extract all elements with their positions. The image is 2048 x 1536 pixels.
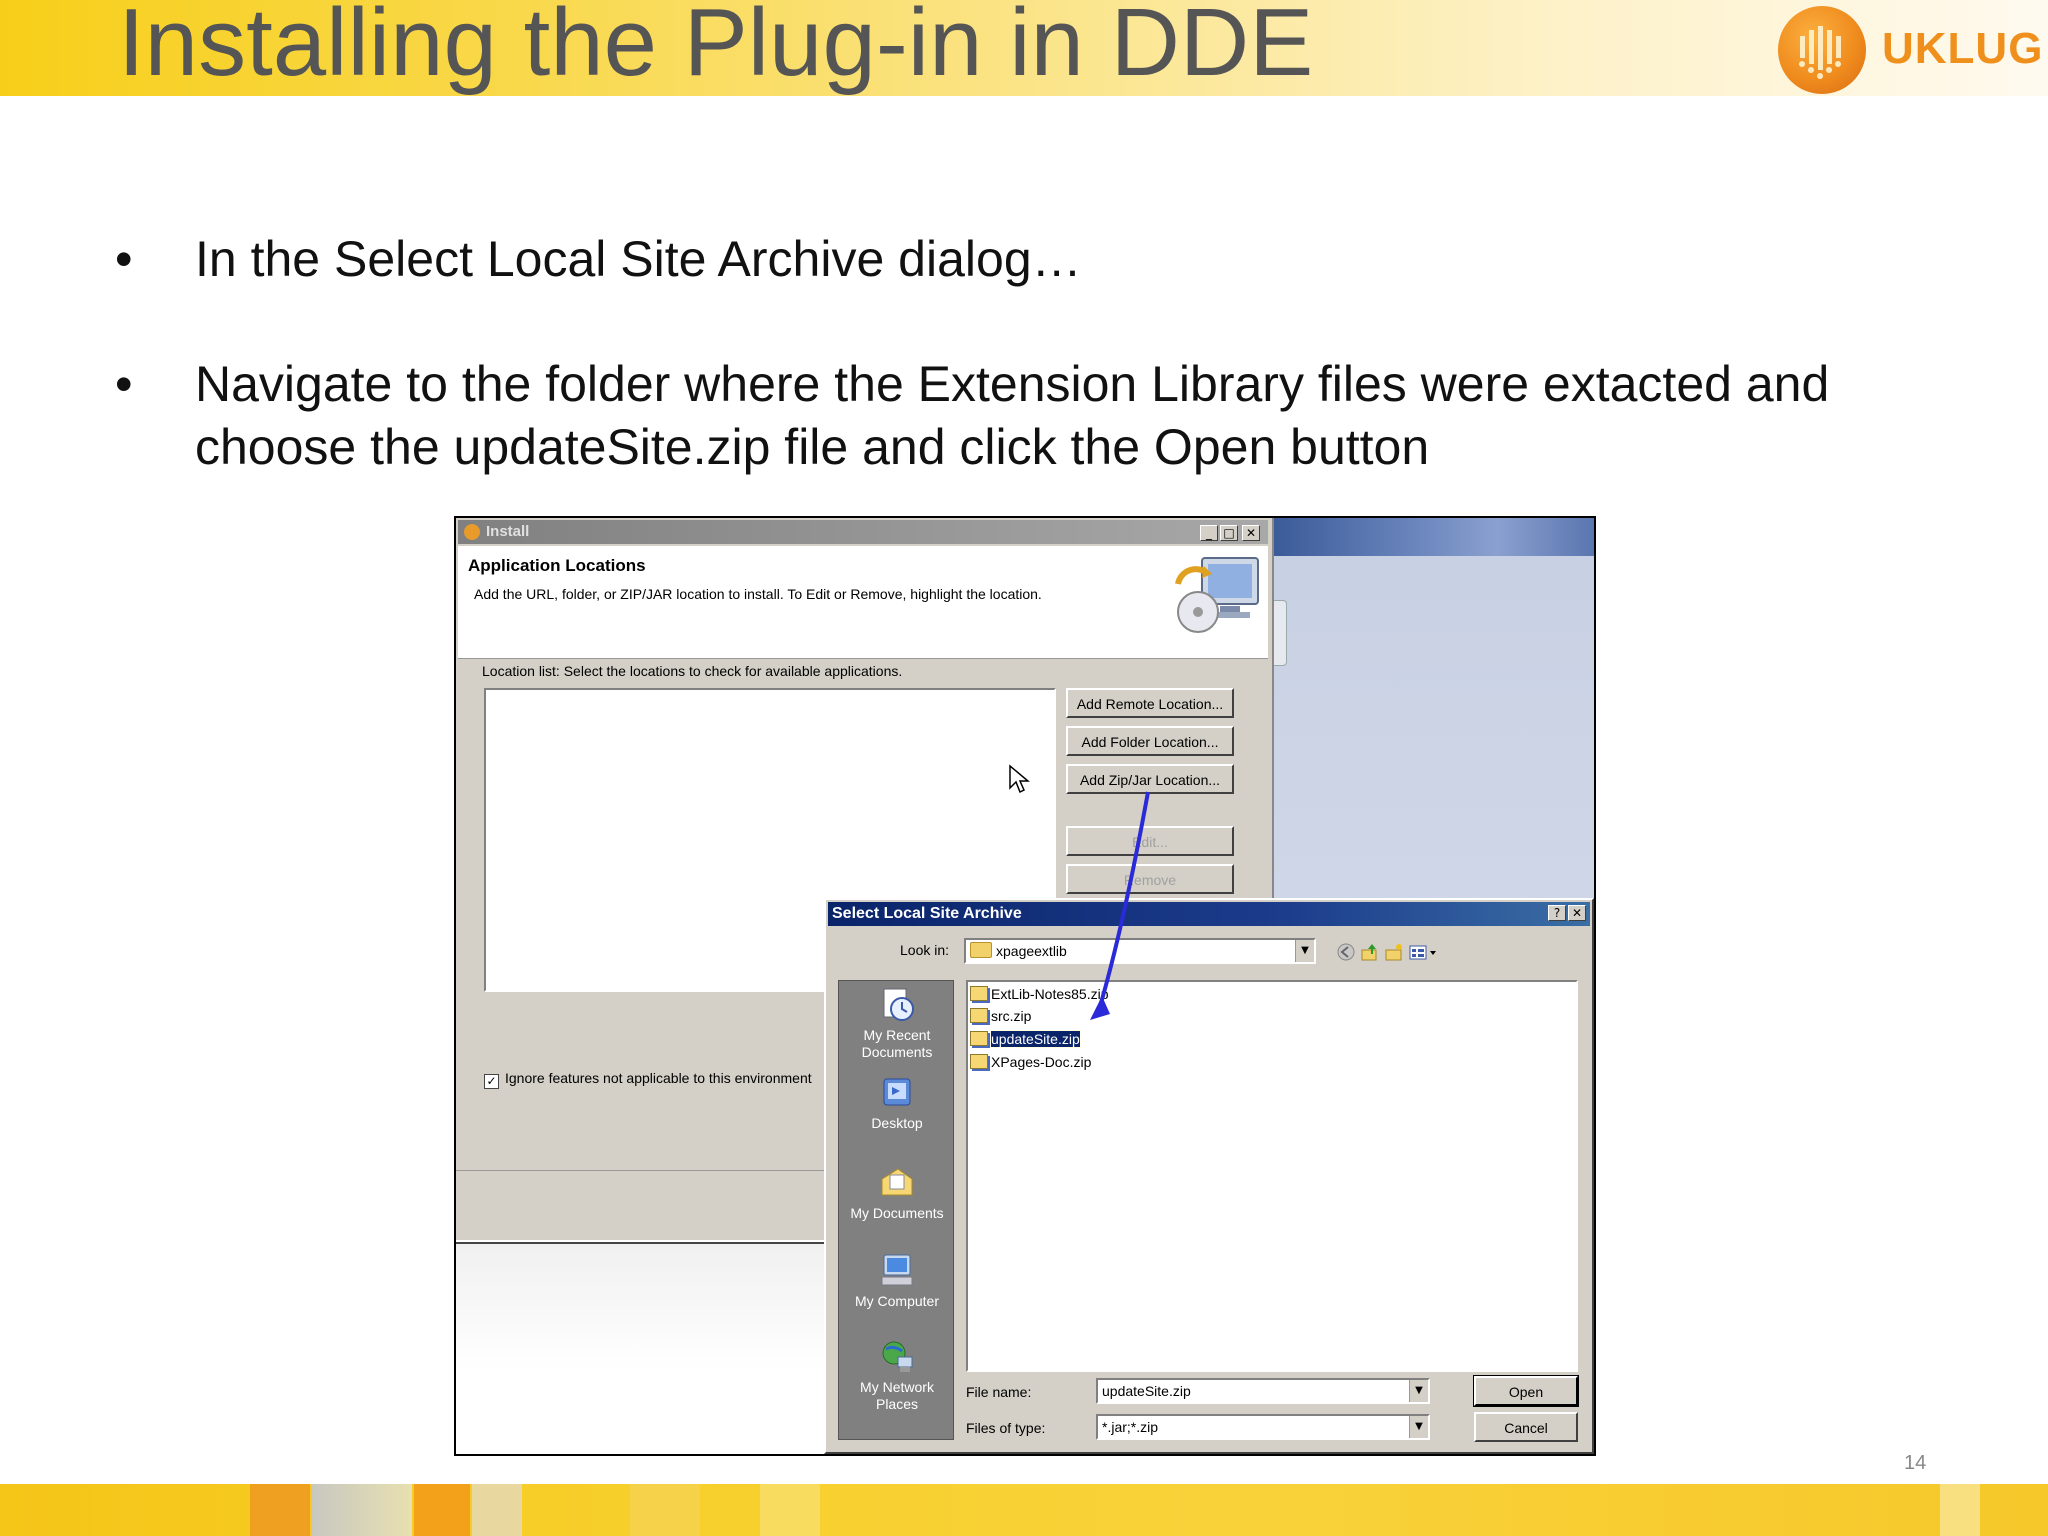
- footer-tile: [414, 1484, 470, 1536]
- ignore-features-label: Ignore features not applicable to this e…: [505, 1070, 812, 1086]
- file-name: src.zip: [991, 1008, 1032, 1024]
- bullet-text: In the Select Local Site Archive dialog…: [195, 231, 1082, 287]
- my-documents-icon: [881, 1168, 913, 1196]
- file-type-value: *.jar;*.zip: [1102, 1419, 1159, 1435]
- file-type-label: Files of type:: [966, 1420, 1046, 1436]
- file-item-selected[interactable]: updateSite.zip: [970, 1029, 1081, 1049]
- location-list-label: Location list: Select the locations to c…: [482, 663, 903, 679]
- install-title: Install: [486, 523, 530, 540]
- desktop-icon: [883, 1078, 911, 1106]
- recent-documents-icon: [883, 988, 914, 1021]
- footer-tile: [312, 1484, 412, 1536]
- install-header-panel: Application Locations Add the URL, folde…: [458, 546, 1268, 659]
- zip-file-icon: [970, 1054, 988, 1069]
- places-bar: My Recent Documents Desktop My Documents…: [838, 980, 954, 1440]
- place-desktop[interactable]: Desktop: [839, 1075, 955, 1132]
- add-zip-jar-location-button[interactable]: Add Zip/Jar Location...: [1066, 764, 1234, 794]
- zip-file-icon: [970, 986, 988, 1001]
- maximize-button[interactable]: □: [1220, 525, 1238, 541]
- bullet-dot-icon: •: [115, 231, 133, 287]
- footer-band: [0, 1484, 2048, 1536]
- embedded-screenshot: Install _ □ ✕ Application Locations Add …: [454, 516, 1596, 1456]
- new-folder-icon[interactable]: [1384, 942, 1404, 962]
- add-folder-location-button[interactable]: Add Folder Location...: [1066, 726, 1234, 756]
- dialog-titlebar: Select Local Site Archive ? ✕: [828, 902, 1590, 926]
- place-my-network-places[interactable]: My Network Places: [839, 1339, 955, 1413]
- slide-title: Installing the Plug-in in DDE: [118, 0, 1314, 96]
- look-in-label: Look in:: [900, 942, 950, 958]
- back-icon[interactable]: [1336, 942, 1356, 962]
- place-label: My Network Places: [860, 1379, 934, 1412]
- file-name-label: File name:: [966, 1384, 1032, 1400]
- remove-button[interactable]: Remove: [1066, 864, 1234, 894]
- minimize-button[interactable]: _: [1200, 525, 1218, 541]
- place-label: My Recent Documents: [861, 1027, 933, 1060]
- folder-icon: [970, 942, 992, 958]
- file-name: XPages-Doc.zip: [991, 1054, 1092, 1070]
- desktop-background-banner: [1272, 518, 1594, 556]
- edit-button[interactable]: Edit...: [1066, 826, 1234, 856]
- file-list[interactable]: ExtLib-Notes85.zip src.zip updateSite.zi…: [966, 980, 1578, 1372]
- uklug-logo: UKLUG: [1778, 4, 2042, 94]
- ignore-features-row[interactable]: ✓ Ignore features not applicable to this …: [484, 1070, 812, 1089]
- file-name: ExtLib-Notes85.zip: [991, 986, 1109, 1002]
- file-name: updateSite.zip: [990, 1030, 1081, 1048]
- file-name-input[interactable]: updateSite.zip ▼: [1096, 1378, 1430, 1404]
- up-folder-icon[interactable]: [1360, 942, 1380, 962]
- file-item[interactable]: XPages-Doc.zip: [970, 1052, 1091, 1072]
- install-heading: Application Locations: [468, 556, 646, 575]
- chevron-down-icon[interactable]: ▼: [1409, 1416, 1428, 1438]
- bullet-list: • In the Select Local Site Archive dialo…: [115, 228, 1995, 479]
- page-number: 14: [1904, 1452, 1927, 1474]
- view-menu-icon[interactable]: [1408, 942, 1440, 962]
- add-remote-location-button[interactable]: Add Remote Location...: [1066, 688, 1234, 718]
- ignore-features-checkbox[interactable]: ✓: [484, 1074, 499, 1089]
- desktop-background: [1272, 518, 1594, 898]
- file-name-value: updateSite.zip: [1102, 1383, 1191, 1399]
- install-description: Add the URL, folder, or ZIP/JAR location…: [474, 586, 1042, 602]
- close-button[interactable]: ✕: [1242, 525, 1260, 541]
- file-item[interactable]: ExtLib-Notes85.zip: [970, 984, 1109, 1004]
- cancel-button[interactable]: Cancel: [1474, 1412, 1578, 1442]
- install-titlebar: Install _ □ ✕: [458, 520, 1268, 544]
- mouse-cursor-icon: [1009, 764, 1030, 794]
- footer-tile: [472, 1484, 522, 1536]
- bullet-dot-icon: •: [115, 356, 133, 412]
- side-tab: [1272, 600, 1287, 666]
- dialog-title: Select Local Site Archive: [832, 905, 1022, 922]
- look-in-value: xpageextlib: [996, 943, 1067, 959]
- footer-tile: [250, 1484, 310, 1536]
- zip-file-icon: [970, 1031, 988, 1046]
- file-item[interactable]: src.zip: [970, 1006, 1031, 1026]
- footer-tile: [1940, 1484, 1980, 1536]
- my-computer-icon: [881, 1254, 913, 1286]
- logo-ball-icon: [1778, 6, 1866, 94]
- chevron-down-icon[interactable]: ▼: [1295, 940, 1314, 962]
- app-icon: [464, 524, 480, 540]
- bullet-item: • Navigate to the folder where the Exten…: [115, 353, 1995, 479]
- select-local-site-archive-dialog: Select Local Site Archive ? ✕ Look in: x…: [824, 898, 1594, 1454]
- look-in-combo[interactable]: xpageextlib ▼: [964, 938, 1316, 964]
- bullet-text: Navigate to the folder where the Extensi…: [195, 356, 1830, 475]
- footer-tile: [760, 1484, 820, 1536]
- place-my-computer[interactable]: My Computer: [839, 1253, 955, 1310]
- place-label: Desktop: [871, 1115, 923, 1131]
- file-type-select[interactable]: *.jar;*.zip ▼: [1096, 1414, 1430, 1440]
- dialog-close-button[interactable]: ✕: [1568, 905, 1586, 921]
- zip-file-icon: [970, 1008, 988, 1023]
- place-label: My Documents: [850, 1205, 944, 1221]
- chevron-down-icon[interactable]: ▼: [1409, 1380, 1428, 1402]
- logo-text: UKLUG: [1882, 24, 2044, 73]
- place-label: My Computer: [854, 1293, 940, 1309]
- network-places-icon: [882, 1341, 913, 1372]
- install-computer-icon: [1175, 557, 1259, 633]
- place-my-recent-documents[interactable]: My Recent Documents: [839, 987, 955, 1061]
- footer-tile: [630, 1484, 700, 1536]
- bullet-item: • In the Select Local Site Archive dialo…: [115, 228, 1995, 291]
- place-my-documents[interactable]: My Documents: [839, 1165, 955, 1222]
- help-button[interactable]: ?: [1548, 905, 1566, 921]
- open-button[interactable]: Open: [1473, 1375, 1579, 1407]
